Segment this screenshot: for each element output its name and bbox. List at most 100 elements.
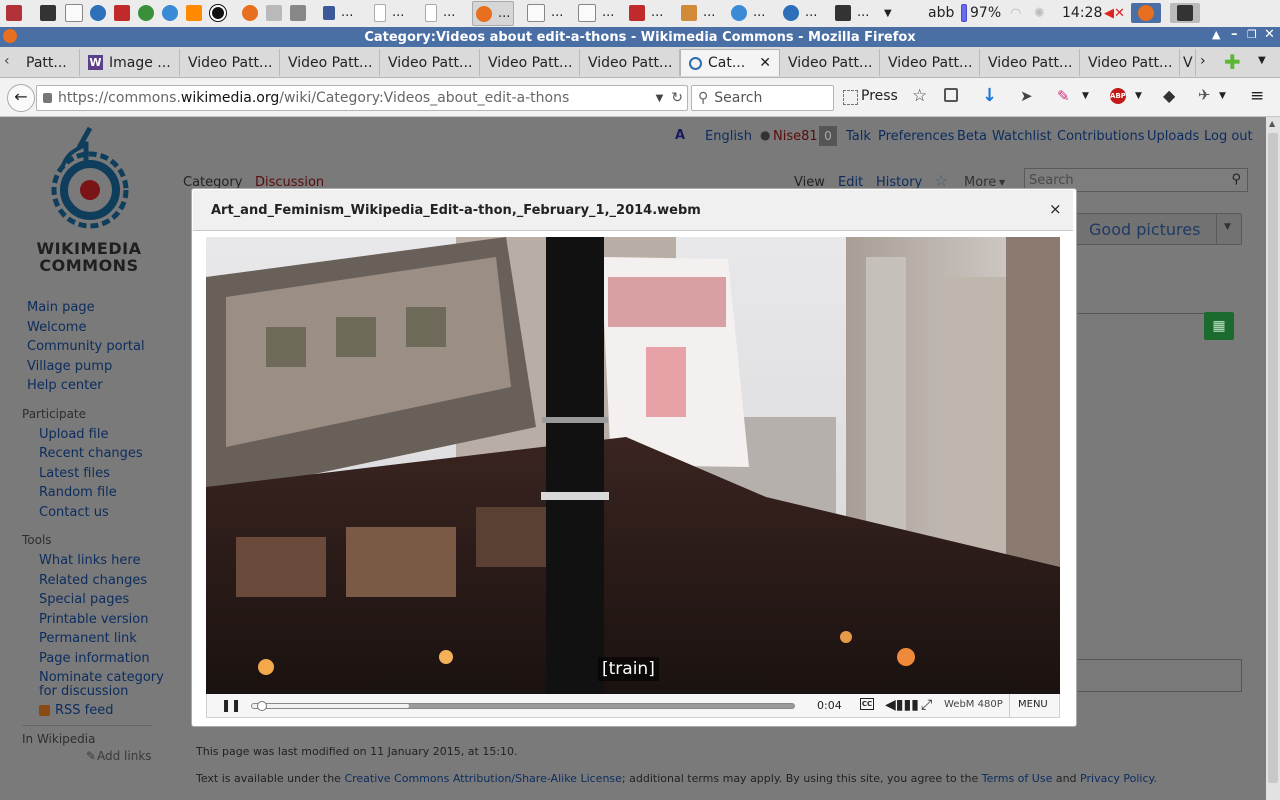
good-pictures-button[interactable]: Good pictures ▼ [1060, 213, 1242, 245]
browser-tab[interactable]: Video Patt... [180, 49, 280, 76]
clock[interactable]: 14:28 [1062, 3, 1102, 23]
bookmark-star-icon[interactable]: ☆ [912, 86, 927, 106]
reading-list-icon[interactable] [944, 88, 958, 102]
footer-terms-link[interactable]: Terms of Use [982, 772, 1053, 785]
tools-dropdown-icon[interactable]: ▼ [1219, 91, 1226, 101]
dialog-close-icon[interactable]: × [1049, 200, 1062, 218]
more-dropdown-icon[interactable]: ▼ [999, 178, 1005, 187]
sidebar-item-page-information[interactable]: Page information [39, 651, 150, 666]
send-icon[interactable]: ➤ [1020, 87, 1033, 105]
reload-icon[interactable]: ↻ [671, 90, 683, 106]
screenshot-launcher-icon[interactable] [290, 3, 306, 23]
uploads-link[interactable]: Uploads [1147, 129, 1199, 144]
closed-captions-icon[interactable]: CC [860, 698, 874, 710]
language-link[interactable]: English [705, 129, 752, 144]
browser-search-field[interactable]: ⚲ Search [691, 85, 834, 111]
globe-launcher-icon[interactable] [162, 3, 178, 23]
sidebar-item-related-changes[interactable]: Related changes [39, 573, 147, 588]
sidebar-item-rss-feed[interactable]: RSS feed [55, 703, 114, 718]
adblock-icon[interactable]: ABP [1110, 88, 1126, 104]
fullscreen-icon[interactable]: ⤢ [921, 697, 932, 713]
logout-link[interactable]: Log out [1204, 129, 1253, 144]
sidebar-item-main-page[interactable]: Main page [27, 300, 95, 315]
scroll-up-icon[interactable]: ▲ [1269, 119, 1275, 128]
browser-tab[interactable]: V [1180, 49, 1196, 76]
scrollbar-thumb[interactable] [1268, 133, 1278, 783]
wifi-icon[interactable]: ◠ [1010, 3, 1021, 23]
taskbar-task[interactable]: ... [422, 1, 458, 24]
network-launcher-icon[interactable] [138, 3, 154, 23]
sidebar-item-what-links-here[interactable]: What links here [39, 553, 140, 568]
language-icon[interactable]: A [675, 128, 685, 143]
tab-close-icon[interactable]: ✕ [759, 55, 771, 71]
firefox-launcher-icon[interactable] [242, 3, 258, 23]
footer-license-link[interactable]: Creative Commons Attribution/Share-Alike… [344, 772, 621, 785]
extension-icon[interactable]: ◆ [1163, 86, 1175, 105]
browser-tab[interactable]: Patt... [18, 49, 80, 76]
url-history-dropdown-icon[interactable]: ▼ [656, 93, 664, 104]
username-link[interactable]: Nise81 [773, 129, 818, 144]
add-links-link[interactable]: Add links [97, 749, 152, 763]
sidebar-item-latest-files[interactable]: Latest files [39, 466, 110, 481]
sidebar-item-nominate-line2[interactable]: for discussion [39, 684, 128, 699]
taskbar-task[interactable]: ... [832, 1, 872, 24]
keyboard-layout-indicator[interactable]: abb [928, 3, 954, 23]
preferences-link[interactable]: Preferences [878, 129, 954, 144]
wikimedia-commons-logo[interactable] [40, 120, 140, 230]
text-editor-launcher-icon[interactable] [65, 3, 83, 23]
taskbar-task[interactable]: ... [524, 1, 566, 24]
browser-tab[interactable]: Video Patt... [980, 49, 1080, 76]
sidebar-item-recent-changes[interactable]: Recent changes [39, 446, 143, 461]
new-tab-icon[interactable]: ✚ [1224, 50, 1241, 74]
volume-icon[interactable]: ◀▮▮▮ [885, 697, 919, 713]
contributions-link[interactable]: Contributions [1057, 129, 1145, 144]
paint-dropdown-icon[interactable]: ▼ [1082, 91, 1089, 101]
xmind-launcher-icon[interactable] [186, 3, 202, 23]
volume-muted-icon[interactable]: ◀✕ [1104, 3, 1125, 23]
browser-tab[interactable]: W Image ... [80, 49, 180, 76]
page-scrollbar[interactable]: ▲ [1266, 117, 1280, 800]
target-launcher-icon[interactable] [210, 3, 226, 23]
browser-tab-active[interactable]: Cat... ✕ [680, 49, 780, 76]
browser-tab[interactable]: Video Patt... [580, 49, 680, 76]
adblock-dropdown-icon[interactable]: ▼ [1135, 91, 1142, 101]
notifications-badge[interactable]: 0 [819, 126, 837, 146]
good-pictures-dropdown-icon[interactable]: ▼ [1224, 222, 1231, 232]
tools-extension-icon[interactable]: ✈ [1198, 86, 1211, 104]
press-label[interactable]: Press [861, 88, 898, 104]
taskbar-task[interactable]: ... [371, 1, 407, 24]
taskbar-task[interactable]: ... [780, 1, 820, 24]
tabs-scroll-right-icon[interactable]: › [1200, 53, 1206, 69]
taskbar-overflow-icon[interactable]: ▼ [884, 3, 892, 23]
tabs-scroll-left-icon[interactable]: ‹ [4, 53, 10, 69]
taskbar-task[interactable]: ... [728, 1, 768, 24]
sidebar-item-special-pages[interactable]: Special pages [39, 592, 129, 607]
video-menu-button[interactable]: MENU [1018, 699, 1048, 710]
wiki-search-icon[interactable]: ⚲ [1231, 172, 1241, 187]
tab-list-icon[interactable]: ▼ [1258, 55, 1266, 66]
url-bar[interactable]: https://commons. wikimedia.org/wiki/Categ… [36, 85, 688, 111]
seek-bar[interactable] [251, 701, 795, 711]
browser-tab[interactable]: Video Patt... [780, 49, 880, 76]
video-player[interactable]: [train] [206, 237, 1060, 694]
taskbar-task[interactable]: ... [575, 1, 617, 24]
app-launcher-icon[interactable] [6, 3, 22, 23]
pause-button[interactable]: ❚❚ [221, 698, 241, 712]
paint-brush-icon[interactable]: ✎ [1057, 87, 1070, 105]
mail-launcher-icon[interactable] [114, 3, 130, 23]
back-button[interactable]: ← [7, 84, 35, 112]
download-arrow-icon[interactable]: ↓ [982, 85, 997, 106]
calculator-launcher-icon[interactable] [266, 3, 282, 23]
window-minimize-icon[interactable]: – [1231, 27, 1238, 42]
terminal-launcher-icon[interactable] [40, 3, 56, 23]
window-close-icon[interactable]: ✕ [1264, 27, 1275, 42]
video-format[interactable]: WebM 480P [944, 699, 1003, 710]
slideshow-button[interactable]: ▦ [1204, 312, 1234, 340]
hamburger-menu-icon[interactable]: ≡ [1250, 86, 1264, 106]
sidebar-item-help-center[interactable]: Help center [27, 378, 103, 393]
browser-tab[interactable]: Video Patt... [1080, 49, 1180, 76]
weather-icon[interactable]: ✺ [1034, 3, 1045, 23]
browser-tab[interactable]: Video Patt... [480, 49, 580, 76]
terminal-tray-icon[interactable] [1170, 3, 1200, 23]
press-checkbox-icon[interactable] [843, 90, 858, 105]
